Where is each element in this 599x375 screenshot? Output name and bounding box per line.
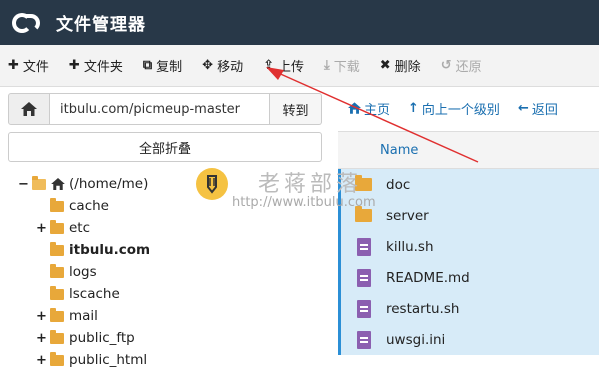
file-row-killu[interactable]: killu.sh <box>338 231 599 262</box>
move-icon: ✥ <box>202 58 214 73</box>
folder-icon <box>50 219 64 234</box>
level-up-icon: ↑ <box>408 100 419 116</box>
file-icon <box>356 237 371 256</box>
upload-icon: ⇪ <box>263 58 274 73</box>
expand-toggle[interactable]: + <box>36 331 47 346</box>
tree-item-label: public_html <box>69 352 148 368</box>
arrow-left-icon: ← <box>517 100 529 116</box>
tree-item-label: cache <box>69 198 109 214</box>
app-title: 文件管理器 <box>56 15 146 35</box>
file-icon <box>356 299 371 318</box>
tree-item-itbulu[interactable]: itbulu.com <box>36 240 150 260</box>
home-icon <box>348 102 361 114</box>
delete-icon: ✖ <box>379 58 391 73</box>
file-name: README.md <box>386 269 470 286</box>
home-icon <box>51 178 65 190</box>
back-label: 返回 <box>531 102 558 118</box>
navigation-bar: 主页 ↑ 向上一个级别 ← 返回 <box>338 87 599 129</box>
path-input[interactable] <box>50 93 270 125</box>
file-name: uwsgi.ini <box>386 331 446 348</box>
upload-label: 上传 <box>277 60 304 75</box>
tree-item-etc[interactable]: + etc <box>36 218 90 238</box>
right-pane: 主页 ↑ 向上一个级别 ← 返回 Name doc server killu.s… <box>338 87 599 375</box>
file-name: restartu.sh <box>386 300 460 317</box>
upload-button[interactable]: ⇪ 上传 <box>263 56 304 75</box>
tree-item-mail[interactable]: + mail <box>36 306 98 326</box>
download-label: 下载 <box>333 60 360 75</box>
expand-toggle[interactable]: + <box>36 309 47 324</box>
tree-item-label: public_ftp <box>69 330 135 346</box>
expand-toggle[interactable]: + <box>36 353 47 368</box>
restore-button[interactable]: ↺ 还原 <box>441 56 482 75</box>
app-header: 文件管理器 <box>0 0 599 45</box>
tree-item-lscache[interactable]: lscache <box>36 284 120 304</box>
file-name: server <box>386 207 429 224</box>
expand-toggle[interactable]: + <box>36 221 47 236</box>
tree-item-logs[interactable]: logs <box>36 262 97 282</box>
folder-open-icon <box>32 175 46 190</box>
up-one-level-label: 向上一个级别 <box>421 102 500 118</box>
cpanel-logo-icon <box>12 12 46 34</box>
copy-label: 复制 <box>156 60 183 75</box>
new-file-button[interactable]: ✚ 文件 <box>8 56 49 75</box>
tree-item-label: (/home/me) <box>69 176 149 192</box>
delete-label: 删除 <box>394 60 421 75</box>
path-bar: 转到 <box>8 93 322 125</box>
name-column-header[interactable]: Name <box>338 131 599 169</box>
tree-item-cache[interactable]: cache <box>36 196 109 216</box>
plus-icon: ✚ <box>68 58 80 73</box>
folder-icon <box>50 329 64 344</box>
move-label: 移动 <box>217 60 244 75</box>
go-button[interactable]: 转到 <box>270 93 322 125</box>
back-button[interactable]: ← 返回 <box>518 99 558 118</box>
left-pane: 转到 全部折叠 − (/home/me) cache + etc itbulu.… <box>0 87 330 375</box>
tree-item-label: lscache <box>69 286 120 302</box>
tree-item-label: mail <box>69 308 98 324</box>
up-one-level-button[interactable]: ↑ 向上一个级别 <box>408 99 500 118</box>
file-name: killu.sh <box>386 238 434 255</box>
download-icon: ⤓ <box>324 58 330 73</box>
home-nav-label: 主页 <box>364 102 391 118</box>
file-row-uwsgi[interactable]: uwsgi.ini <box>338 324 599 355</box>
home-path-button[interactable] <box>8 93 50 125</box>
move-button[interactable]: ✥ 移动 <box>202 56 243 75</box>
new-file-label: 文件 <box>22 60 49 75</box>
tree-item-label: logs <box>69 264 97 280</box>
new-folder-label: 文件夹 <box>83 60 123 75</box>
tree-item-public-ftp[interactable]: + public_ftp <box>36 328 135 348</box>
restore-icon: ↺ <box>440 58 452 73</box>
toolbar: ✚ 文件 ✚ 文件夹 ⧉ 复制 ✥ 移动 ⇪ 上传 ⤓ 下载 ✖ 删除 ↺ 还原 <box>0 45 599 87</box>
download-button[interactable]: ⤓ 下载 <box>324 56 360 75</box>
copy-button[interactable]: ⧉ 复制 <box>143 56 182 75</box>
file-row-server[interactable]: server <box>338 200 599 231</box>
file-icon <box>356 268 371 287</box>
folder-icon <box>50 307 64 322</box>
column-name-label: Name <box>380 142 419 158</box>
tree-item-public-html[interactable]: + public_html <box>36 350 147 370</box>
folder-icon <box>50 285 64 300</box>
home-nav-button[interactable]: 主页 <box>348 99 390 118</box>
new-folder-button[interactable]: ✚ 文件夹 <box>69 56 123 75</box>
folder-icon <box>355 175 372 191</box>
folder-icon <box>50 351 64 366</box>
file-name: doc <box>386 176 411 193</box>
delete-button[interactable]: ✖ 删除 <box>380 56 421 75</box>
tree-item-label: etc <box>69 220 91 236</box>
file-row-readme[interactable]: README.md <box>338 262 599 293</box>
collapse-all-button[interactable]: 全部折叠 <box>8 132 322 162</box>
tree-item-home[interactable]: − (/home/me) <box>18 174 148 194</box>
folder-icon <box>50 197 64 212</box>
plus-icon: ✚ <box>8 58 19 73</box>
copy-icon: ⧉ <box>142 58 153 73</box>
folder-icon <box>50 263 64 278</box>
file-icon <box>356 330 371 349</box>
tree-item-label: itbulu.com <box>69 242 151 258</box>
file-row-doc[interactable]: doc <box>338 169 599 200</box>
collapse-toggle[interactable]: − <box>18 177 29 192</box>
home-icon <box>21 102 37 116</box>
folder-icon <box>355 206 372 222</box>
folder-icon <box>50 241 64 256</box>
file-row-restartu[interactable]: restartu.sh <box>338 293 599 324</box>
restore-label: 还原 <box>455 60 482 75</box>
